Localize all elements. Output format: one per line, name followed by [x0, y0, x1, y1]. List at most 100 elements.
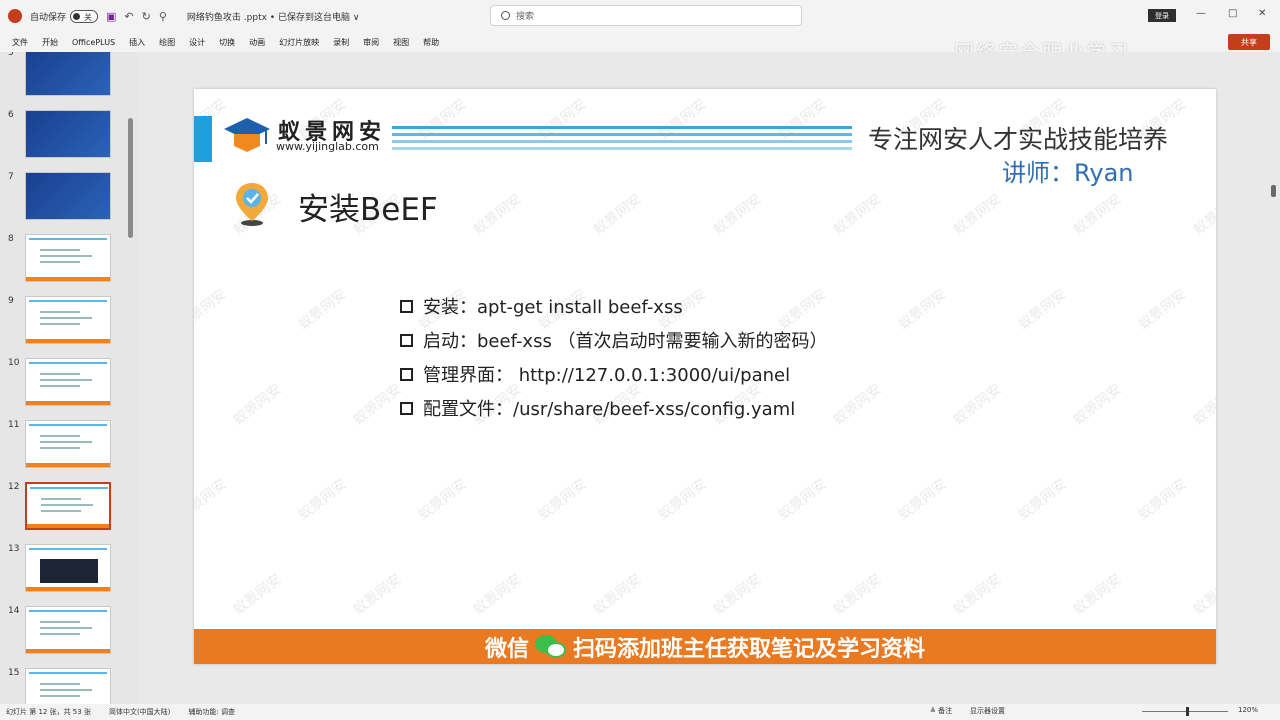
watermark: 蚁景网安	[590, 191, 645, 239]
slide-thumbnail[interactable]	[25, 234, 111, 282]
thumbnail-number: 10	[8, 358, 20, 368]
logo-url: www.yijinglab.com	[276, 140, 379, 153]
slide-thumbnail[interactable]	[25, 296, 111, 344]
watermark: 蚁景网安	[590, 571, 645, 619]
ribbon-tab[interactable]: 文件	[12, 37, 28, 48]
watermark: 蚁景网安	[350, 381, 405, 429]
watermark: 蚁景网安	[230, 571, 285, 619]
touch-mode-icon[interactable]: ⚲	[159, 10, 167, 23]
zoom-level[interactable]: 120%	[1238, 706, 1258, 714]
watermark: 蚁景网安	[1190, 571, 1216, 619]
thumbnail-row[interactable]: 12	[0, 482, 138, 542]
thumbnail-number: 15	[8, 668, 20, 678]
ribbon-tab[interactable]: 幻灯片放映	[279, 37, 319, 48]
ribbon-tab[interactable]: 插入	[129, 37, 145, 48]
watermark: 蚁景网安	[830, 191, 885, 239]
footer-banner: 微信 扫码添加班主任获取笔记及学习资料	[194, 629, 1216, 664]
close-icon[interactable]: ✕	[1258, 8, 1266, 19]
slide-thumbnail[interactable]	[25, 358, 111, 406]
redo-icon[interactable]: ↻	[142, 10, 151, 23]
graduation-cap-logo-icon	[224, 118, 270, 152]
watermark: 蚁景网安	[535, 476, 590, 524]
watermark: 蚁景网安	[1015, 286, 1070, 334]
watermark: 蚁景网安	[830, 571, 885, 619]
thumbnail-row[interactable]: 15	[0, 668, 138, 704]
square-bullet-icon	[400, 299, 413, 313]
slide-thumbnail[interactable]	[25, 482, 111, 530]
bullet-item: 配置文件：/usr/share/beef-xss/config.yaml	[400, 391, 828, 425]
slide-thumbnail[interactable]	[25, 606, 111, 654]
undo-icon[interactable]: ↶	[124, 10, 133, 23]
notes-button[interactable]: ≜ 备注	[930, 706, 952, 716]
slide-scrollbar[interactable]	[1271, 185, 1276, 197]
bullet-item: 启动：beef-xss （首次启动时需要输入新的密码）	[400, 323, 828, 357]
slide-thumbnail[interactable]	[25, 52, 111, 96]
ribbon-tab[interactable]: 审阅	[363, 37, 379, 48]
watermark: 蚁景网安	[194, 286, 230, 334]
watermark: 蚁景网安	[1135, 286, 1190, 334]
ribbon-tab[interactable]: 绘图	[159, 37, 175, 48]
ribbon-tab[interactable]: 帮助	[423, 37, 439, 48]
thumbnail-row[interactable]: 7	[0, 172, 138, 232]
ribbon-tab[interactable]: 设计	[189, 37, 205, 48]
watermark: 蚁景网安	[230, 381, 285, 429]
current-slide[interactable]: 蚁景网安 蚁景网安 蚁景网安 蚁景网安 蚁景网安 蚁景网安 蚁景网安 蚁景网安 蚁景网安 蚁景网安…	[194, 89, 1216, 664]
ribbon-tab[interactable]: 录制	[333, 37, 349, 48]
thumbnail-row[interactable]: 8	[0, 234, 138, 294]
watermark: 蚁景网安	[775, 476, 830, 524]
autosave-label: 自动保存	[30, 12, 67, 23]
thumbnail-row[interactable]: 5	[0, 52, 138, 108]
search-placeholder: 搜索	[516, 12, 535, 22]
thumbnail-number: 6	[8, 110, 14, 120]
ribbon-tab[interactable]: 切换	[219, 37, 235, 48]
search-icon	[501, 11, 510, 20]
thumbnail-scrollbar[interactable]	[128, 118, 133, 238]
language-indicator[interactable]: 简体中文(中国大陆)	[109, 707, 170, 717]
accessibility-status[interactable]: 辅助功能: 调查	[188, 707, 235, 717]
watermark: 蚁景网安	[1015, 476, 1070, 524]
watermark: 蚁景网安	[350, 571, 405, 619]
ribbon-tab[interactable]: OfficePLUS	[72, 38, 115, 47]
watermark: 蚁景网安	[830, 381, 885, 429]
bullet-item: 安装：apt-get install beef-xss	[400, 289, 828, 323]
slide-thumbnail[interactable]	[25, 544, 111, 592]
slide-thumbnail-panel: 5 6 7 8 9 10 11 12 13 14 15	[0, 52, 138, 704]
zoom-slider-handle[interactable]	[1186, 707, 1189, 716]
minimize-icon[interactable]: —	[1196, 8, 1206, 19]
thumbnail-number: 12	[8, 482, 20, 492]
ribbon-tab[interactable]: 视图	[393, 37, 409, 48]
ribbon-tab[interactable]: 动画	[249, 37, 265, 48]
thumbnail-row[interactable]: 9	[0, 296, 138, 356]
thumbnail-number: 5	[8, 52, 14, 58]
powerpoint-app-icon	[8, 9, 22, 23]
thumbnail-number: 9	[8, 296, 14, 306]
document-title[interactable]: 网络钓鱼攻击 .pptx • 已保存到这台电脑 ∨	[187, 10, 359, 23]
slide-thumbnail[interactable]	[25, 668, 111, 704]
thumbnail-row[interactable]: 14	[0, 606, 138, 666]
autosave-toggle[interactable]: 关	[70, 9, 99, 23]
thumbnail-row[interactable]: 11	[0, 420, 138, 480]
watermark: 蚁景网安	[470, 571, 525, 619]
ribbon-tab[interactable]: 开始	[42, 37, 58, 48]
watermark: 蚁景网安	[295, 476, 350, 524]
slide-count: 幻灯片 第 12 张，共 53 张	[6, 708, 91, 716]
slide-thumbnail[interactable]	[25, 110, 111, 158]
search-box[interactable]: 搜索	[490, 5, 802, 26]
watermark: 蚁景网安	[710, 191, 765, 239]
share-button[interactable]: 共享	[1228, 34, 1270, 50]
zoom-slider[interactable]	[1142, 711, 1228, 712]
display-settings-button[interactable]: 显示器设置	[970, 706, 1005, 716]
watermark: 蚁景网安	[415, 476, 470, 524]
thumbnail-number: 11	[8, 420, 20, 430]
maximize-icon[interactable]: □	[1228, 8, 1237, 19]
slide-thumbnail[interactable]	[25, 172, 111, 220]
save-icon[interactable]: ▣	[106, 10, 116, 23]
watermark: 蚁景网安	[655, 476, 710, 524]
login-button[interactable]: 登录	[1148, 9, 1176, 22]
thumbnail-row[interactable]: 13	[0, 544, 138, 604]
thumbnail-row[interactable]: 6	[0, 110, 138, 170]
watermark: 蚁景网安	[1190, 191, 1216, 239]
slide-thumbnail[interactable]	[25, 420, 111, 468]
footer-wechat-label: 微信	[484, 636, 529, 662]
thumbnail-row[interactable]: 10	[0, 358, 138, 418]
